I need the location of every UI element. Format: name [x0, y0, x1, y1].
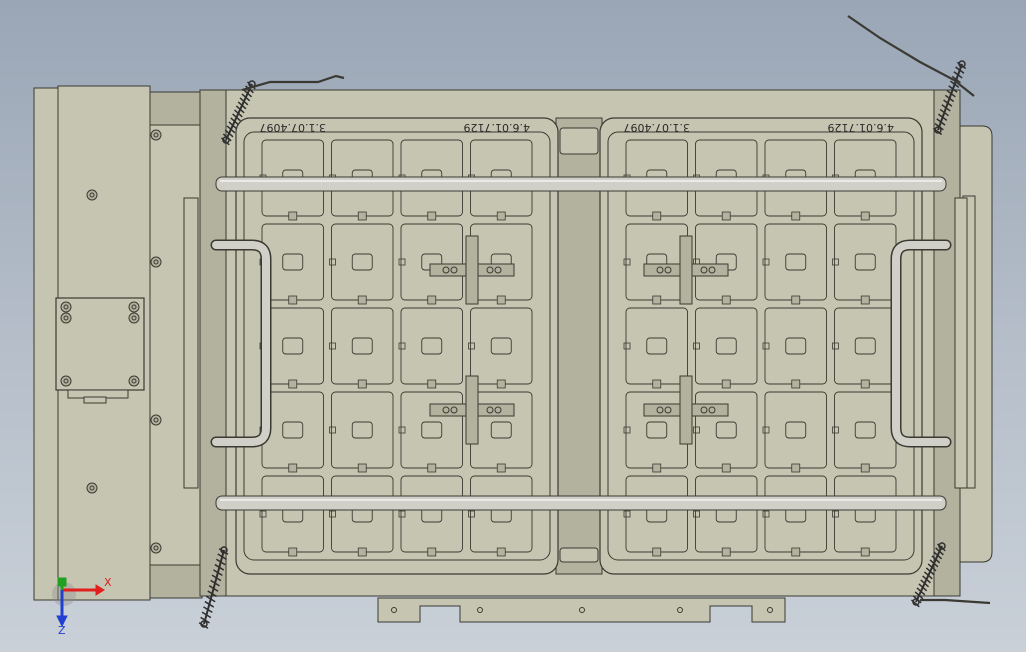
plate-part-number-2: 3.1.07.4097: [624, 121, 690, 134]
bolt: [86, 482, 98, 494]
tray-assembly-drawing: 4.6.01.7129 3.1.07.4097 4.6.01.7129 3.1.07.…: [33, 15, 993, 637]
plate-part-number-2: 3.1.07.4097: [260, 121, 326, 134]
bolt: [150, 129, 162, 141]
plate-part-number-1: 4.6.01.7129: [828, 121, 894, 134]
bolt: [128, 375, 140, 387]
axis-x-label: X: [104, 576, 112, 589]
bolt: [60, 301, 72, 313]
guide-rod-bottom: [215, 495, 947, 511]
bolt: [150, 256, 162, 268]
left-motor-block: [33, 85, 203, 601]
bolt: [150, 542, 162, 554]
bolt: [128, 312, 140, 324]
bolt: [60, 312, 72, 324]
bolt: [150, 414, 162, 426]
bolt: [128, 301, 140, 313]
axis-z-label: Z: [58, 624, 66, 637]
plate-part-number-1: 4.6.01.7129: [464, 121, 530, 134]
bolt: [60, 375, 72, 387]
guide-rod-top: [215, 176, 947, 192]
bottom-bracket: [377, 597, 786, 623]
cad-viewport[interactable]: 4.6.01.7129 3.1.07.4097 4.6.01.7129 3.1.07.…: [0, 0, 1026, 652]
bolt: [86, 189, 98, 201]
